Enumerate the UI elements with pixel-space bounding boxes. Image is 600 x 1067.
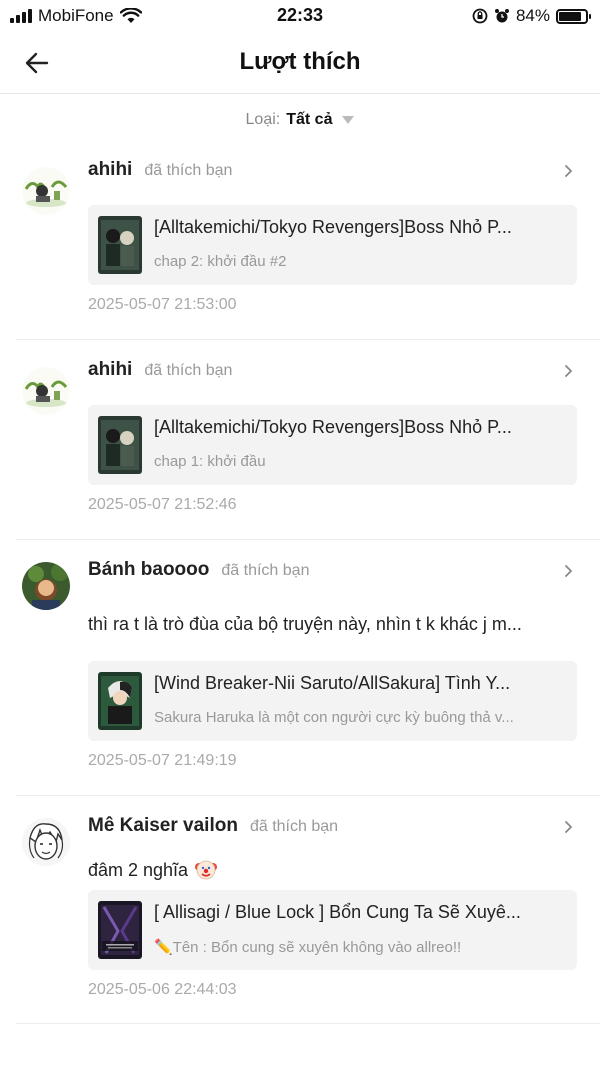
notification-item[interactable]: Bánh baoooo đã thích bạn thì ra t là trò… <box>0 540 600 796</box>
timestamp: 2025-05-06 22:44:03 <box>88 981 237 998</box>
action-text: đã thích bạn <box>144 162 233 179</box>
filter-value: Tất cả <box>286 111 333 128</box>
chevron-right-icon[interactable] <box>562 365 574 377</box>
avatar[interactable] <box>22 167 70 215</box>
story-card[interactable]: [Alltakemichi/Tokyo Revengers]Boss Nhỏ P… <box>88 205 577 285</box>
screen-lock-icon <box>472 8 488 24</box>
story-card[interactable]: [Alltakemichi/Tokyo Revengers]Boss Nhỏ P… <box>88 405 577 485</box>
timestamp: 2025-05-07 21:53:00 <box>88 296 237 313</box>
notification-item[interactable]: ahihi đã thích bạn [Alltakemichi/Tokyo R… <box>0 340 600 540</box>
story-cover <box>98 672 142 730</box>
story-title: [Alltakemichi/Tokyo Revengers]Boss Nhỏ P… <box>154 217 512 237</box>
name-row: Bánh baoooo đã thích bạn <box>88 559 309 581</box>
chevron-right-icon[interactable] <box>562 821 574 833</box>
avatar[interactable] <box>22 818 70 866</box>
type-filter[interactable]: Loại: Tất cả <box>0 108 600 132</box>
notification-item[interactable]: Mê Kaiser vailon đã thích bạn đâm 2 nghĩ… <box>0 796 600 1024</box>
name-row: ahihi đã thích bạn <box>88 159 232 181</box>
name-row: ahihi đã thích bạn <box>88 359 232 381</box>
user-name[interactable]: ahihi <box>88 159 132 181</box>
story-card[interactable]: [Wind Breaker-Nii Saruto/AllSakura] Tình… <box>88 661 577 741</box>
name-row: Mê Kaiser vailon đã thích bạn <box>88 815 338 837</box>
chapter-title: chap 1: khởi đầu <box>154 453 266 470</box>
timestamp: 2025-05-07 21:49:19 <box>88 752 237 769</box>
user-name[interactable]: ahihi <box>88 359 132 381</box>
story-card[interactable]: [ Allisagi / Blue Lock ] Bổn Cung Ta Sẽ … <box>88 890 577 970</box>
action-text: đã thích bạn <box>144 362 233 379</box>
action-text: đã thích bạn <box>221 562 310 579</box>
comment-text: đâm 2 nghĩa <box>88 860 189 880</box>
action-text: đã thích bạn <box>249 818 339 835</box>
notification-item[interactable]: ahihi đã thích bạn [Alltakemichi/Tokyo R… <box>0 145 600 340</box>
divider <box>16 1023 600 1024</box>
caret-down-icon <box>342 116 355 124</box>
user-name[interactable]: Mê Kaiser vailon <box>88 815 238 837</box>
comment-text: thì ra t là trò đùa của bộ truyện này, n… <box>88 614 522 634</box>
chevron-right-icon[interactable] <box>562 165 574 177</box>
page-title: Lượt thích <box>239 48 361 75</box>
chapter-title: chap 2: khởi đầu #2 <box>154 253 287 270</box>
battery-icon <box>556 8 591 24</box>
clown-emoji-icon <box>195 860 218 880</box>
battery-percent: 84% <box>515 6 550 25</box>
alarm-icon <box>494 9 509 23</box>
user-name[interactable]: Bánh baoooo <box>88 559 209 581</box>
avatar[interactable] <box>22 367 70 415</box>
avatar[interactable] <box>22 562 70 610</box>
header: Lượt thích <box>0 32 600 94</box>
story-cover <box>98 416 142 474</box>
story-cover <box>98 216 142 274</box>
story-description: ✏️Tên : Bổn cung sẽ xuyên không vào allr… <box>154 939 462 956</box>
story-description: Sakura Haruka là một con người cực kỳ bu… <box>154 709 514 726</box>
story-title: [Wind Breaker-Nii Saruto/AllSakura] Tình… <box>154 673 511 693</box>
status-right: 84% <box>472 6 591 26</box>
chevron-right-icon[interactable] <box>562 565 574 577</box>
status-bar: MobiFone 22:33 84% <box>0 0 600 32</box>
filter-label: Loại: <box>245 111 281 128</box>
timestamp: 2025-05-07 21:52:46 <box>88 496 237 513</box>
story-title: [Alltakemichi/Tokyo Revengers]Boss Nhỏ P… <box>154 417 512 437</box>
story-title: [ Allisagi / Blue Lock ] Bổn Cung Ta Sẽ … <box>154 902 521 922</box>
story-cover <box>98 901 142 959</box>
comment-row: đâm 2 nghĩa <box>88 857 576 881</box>
